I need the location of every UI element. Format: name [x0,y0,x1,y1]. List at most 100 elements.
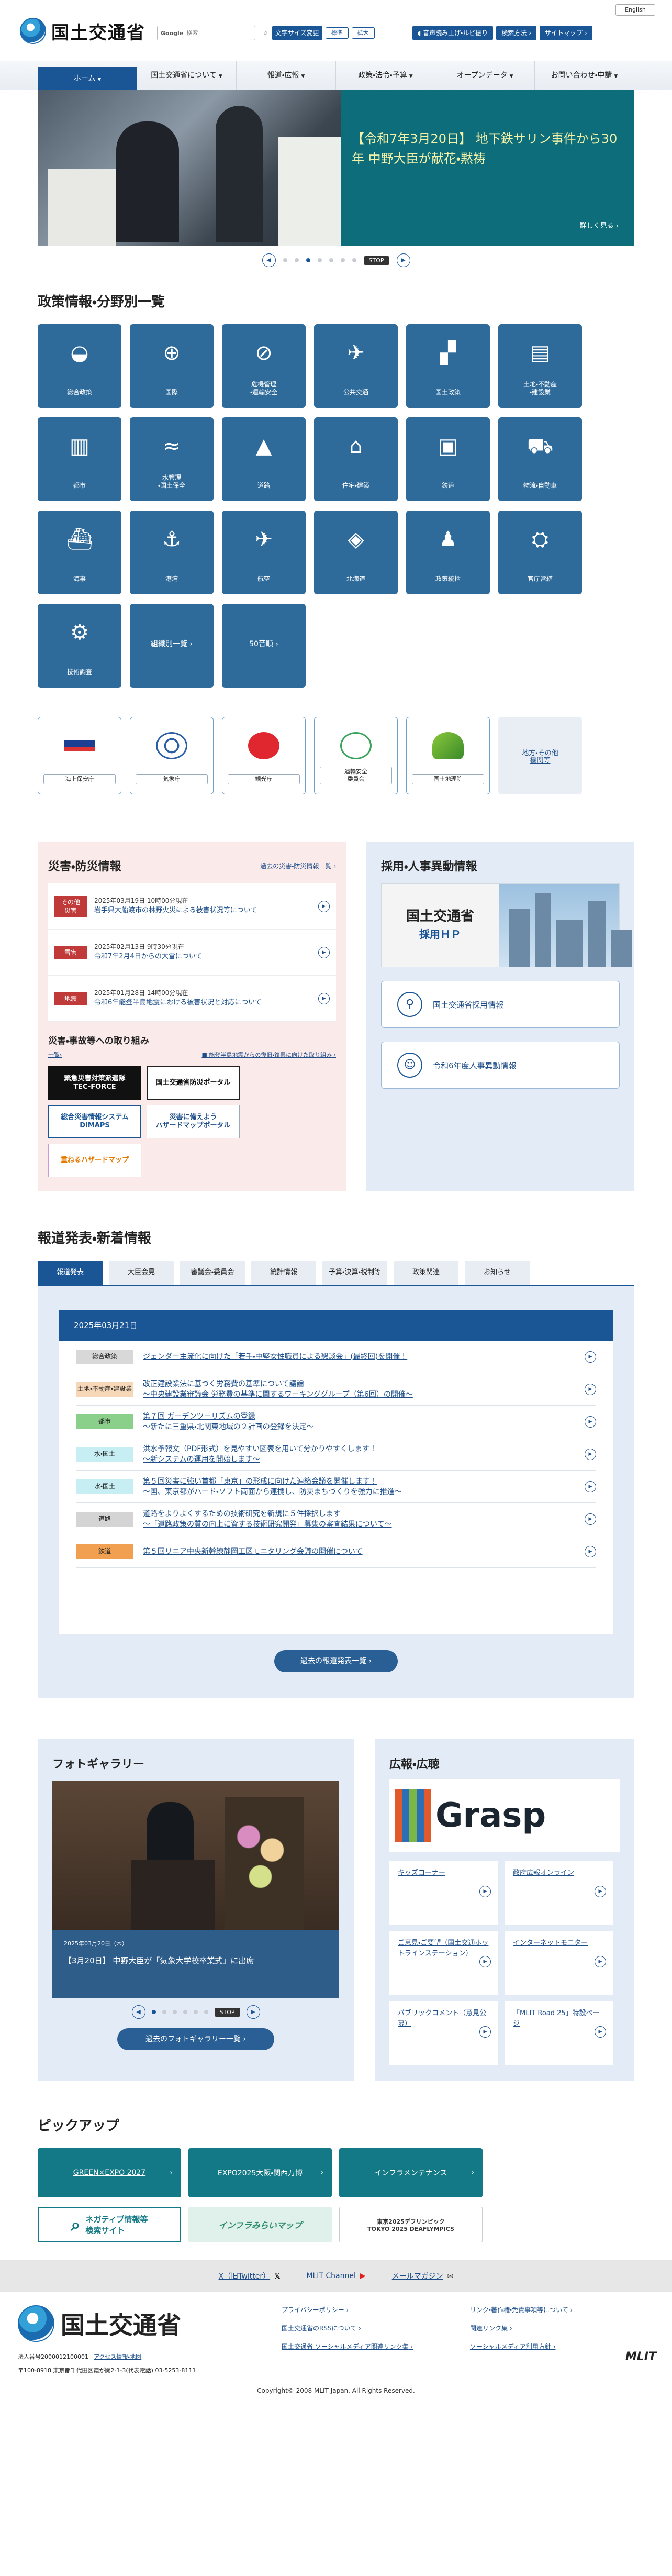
slider-dot[interactable] [283,258,287,262]
deaflympics-banner[interactable]: 東京2025デフリンピック TOKYO 2025 DEAFLYMPICS [339,2207,483,2242]
press-archive-button[interactable]: 過去の報道発表一覧 › [274,1650,398,1672]
slider-dot[interactable] [329,258,333,262]
policy-tile[interactable]: ⛟ 物流・自動車 [498,417,582,501]
press-link[interactable]: 洪水予報文（PDF形式）を見やすい図表を用いて分かりやすくします！ ～新システム… [143,1444,575,1465]
mail-magazine-link[interactable]: メールマガジン ✉ [392,2271,454,2281]
gallery-dot[interactable] [172,2010,177,2014]
press-link[interactable]: 道路をよりよくするための技術研究を新規に５件採択します ～「道路政策の質の向上に… [143,1509,575,1530]
policy-text-tile[interactable]: 50音順 › [222,604,306,688]
recruit-info-button[interactable]: ⚲ 国土交通省採用情報 [381,981,620,1028]
site-logo[interactable]: 国土交通省 [20,18,145,44]
related-links-link[interactable]: 関連リンク集 › [470,2324,596,2332]
nav-about[interactable]: 国土交通省について ▼ [137,61,237,90]
infra-mirai-map-banner[interactable]: インフラみらいマップ [188,2207,332,2242]
policy-tile[interactable]: ◈ 北海道 [314,511,398,594]
press-link[interactable]: 第７回 ガーデンツーリズムの登録 ～新たに三重県・北関東地域の２計画の登録を決定… [143,1411,575,1432]
slider-next-button[interactable]: ▶ [396,253,410,267]
disaster-item[interactable]: 地震 2025年01月28日 14時00分現在 令和6年能登半島地震における被害状況… [48,976,336,1022]
policy-tile[interactable]: ⌂ 住宅・建築 [314,417,398,501]
social-media-policy-link[interactable]: ソーシャルメディア利用方針 › [470,2342,596,2351]
slider-dot-active[interactable] [306,258,310,262]
press-tab[interactable]: 政策関連 [394,1261,458,1285]
policy-tile[interactable]: ♟ 政策統括 [406,511,490,594]
font-standard-button[interactable]: 標準 [325,27,349,39]
disaster-item[interactable]: 雪害 2025年02月13日 9時30分現在 令和7年2月4日からの大雪について ▶ [48,930,336,976]
hero-caption[interactable]: 【令和7年3月20日】 地下鉄サリン事件から30年 中野大臣が献花・黙祷 [352,129,619,169]
press-item[interactable]: 鉄道 第５回リニア中央新幹線静岡工区モニタリング会議の開催について ▶ [76,1535,596,1568]
agency-tile[interactable]: 国土地理院 [406,717,490,794]
press-tab[interactable]: 統計情報 [251,1261,316,1285]
hero-slider[interactable]: 【令和7年3月20日】 地下鉄サリン事件から30年 中野大臣が献花・黙祷 詳しく… [38,90,634,246]
policy-tile[interactable]: ⊘ 危機管理 ・運輸安全 [222,324,306,408]
gallery-dot-active[interactable] [151,2010,156,2014]
pr-link[interactable]: ご意見・ご要望（国土交通ホットラインステーション） ▶ [389,1931,498,1995]
pickup-expo2025[interactable]: EXPO2025大阪・関西万博 › [188,2148,332,2197]
disaster-link[interactable]: 令和6年能登半島地震における被害状況と対応について [94,997,311,1009]
pr-link[interactable]: 「MLIT Road 25」特設ページ ▶ [505,2001,613,2065]
agency-tile[interactable]: 海上保安庁 [38,717,121,794]
sitemap-button[interactable]: サイトマップ › [539,26,592,40]
gallery-dot[interactable] [183,2010,187,2014]
slider-dot[interactable] [340,258,345,262]
policy-tile[interactable]: ▣ 鉄道 [406,417,490,501]
policy-tile[interactable]: ▥ 都市 [38,417,121,501]
press-list[interactable]: 総合政策 ジェンダー主流化に向けた「若手・中堅女性職員による懇談会」(最終回)を開… [59,1341,613,1634]
disaster-archive-link[interactable]: 過去の災害・防災情報一覧 › [260,861,336,870]
pr-link[interactable]: インターネットモニター ▶ [505,1931,613,1995]
press-item[interactable]: 道路 道路をよりよくするための技術研究を新規に５件採択します ～「道路政策の質の向… [76,1503,596,1535]
press-tab[interactable]: 予算・決算・税制等 [322,1261,387,1285]
gallery-photo[interactable] [52,1781,339,1930]
policy-tile[interactable]: ⊕ 国際 [130,324,214,408]
press-link[interactable]: 改正建設業法に基づく労務費の基準について議論 ～中央建設業審議会 労務費の基準に… [143,1379,575,1400]
policy-tile[interactable]: ◒ 総合政策 [38,324,121,408]
gallery-dot[interactable] [204,2010,208,2014]
agency-tile[interactable]: 気象庁 [130,717,214,794]
policy-tile[interactable]: ▞ 国土政策 [406,324,490,408]
slider-prev-button[interactable]: ◀ [262,253,276,267]
agency-tile[interactable]: 運輸安全 委員会 [314,717,398,794]
gallery-stop-button[interactable]: STOP [214,2007,240,2017]
press-item[interactable]: 水・国土 第５回災害に強い首都「東京」の形成に向けた連絡会議を開催します！ ～国、… [76,1471,596,1503]
kasaneru-hazard-map-banner[interactable]: 重ねるハザードマップ [48,1144,141,1177]
pr-link[interactable]: 政府広報オンライン ▶ [505,1861,613,1925]
rss-link[interactable]: 国土交通省のRSSについて › [282,2324,470,2332]
slider-stop-button[interactable]: STOP [363,256,389,265]
press-tab[interactable]: お知らせ [465,1261,530,1285]
gallery-caption[interactable]: 【3月20日】 中野大臣が「気象大学校卒業式」に出席 [64,1955,328,1966]
gallery-prev-button[interactable]: ◀ [131,2005,145,2019]
policy-tile[interactable]: ▲ 道路 [222,417,306,501]
press-tab[interactable]: 審議会・委員会 [180,1261,245,1285]
hazard-map-portal-banner[interactable]: 災害に備えよう ハザードマップポータル [147,1105,240,1138]
personnel-change-button[interactable]: ☺ 令和6年度人事異動情報 [381,1042,620,1089]
search-icon[interactable]: ⌕ [264,29,268,37]
youtube-link[interactable]: MLIT Channel ▶ [306,2272,365,2280]
disaster-link[interactable]: 岩手県大船渡市の林野火災による被害状況等について [94,905,311,916]
gallery-dot[interactable] [162,2010,166,2014]
press-item[interactable]: 都市 第７回 ガーデンツーリズムの登録 ～新たに三重県・北関東地域の２計画の登録を… [76,1406,596,1438]
noto-recovery-link[interactable]: ■ 能登半島地震からの復旧・復興に向けた取り組み › [201,1051,336,1059]
search-guide-button[interactable]: 検索方法 › [496,26,536,40]
disaster-item[interactable]: その他 災害 2025年03月19日 10時00分現在 岩手県大船渡市の林野火災によ… [48,883,336,930]
gallery-next-button[interactable]: ▶ [246,2005,260,2019]
recruit-banner[interactable]: 国土交通省 採用ＨＰ [381,883,632,967]
press-link[interactable]: 第５回災害に強い首都「東京」の形成に向けた連絡会議を開催します！ ～国、東京都が… [143,1476,575,1497]
dimaps-banner[interactable]: 総合災害情報システム DIMAPS [48,1105,141,1138]
press-link[interactable]: ジェンダー主流化に向けた「若手・中堅女性職員による懇談会」(最終回)を開催！ [143,1352,575,1362]
policy-tile[interactable]: ⚓ 港湾 [130,511,214,594]
policy-tile[interactable]: ✈ 航空 [222,511,306,594]
pickup-infra-maintenance[interactable]: インフラメンテナンス › [339,2148,483,2197]
policy-tile[interactable]: ⚙ 技術調査 [38,604,121,688]
gallery-caption-box[interactable]: 2025年03月20日（木） 【3月20日】 中野大臣が「気象大学校卒業式」に出… [52,1930,339,1998]
press-item[interactable]: 土地・不動産・建設業 改正建設業法に基づく労務費の基準について議論 ～中央建設業審… [76,1373,596,1406]
nav-press[interactable]: 報道・広報 ▼ [237,61,336,90]
pr-link[interactable]: キッズコーナー ▶ [389,1861,498,1925]
slider-dot[interactable] [294,258,299,262]
nav-opendata[interactable]: オープンデータ ▼ [435,61,535,90]
agency-tile[interactable]: 観光庁 [222,717,306,794]
policy-tile[interactable]: ⛴ 海事 [38,511,121,594]
footer-logo[interactable]: 国土交通省 [18,2305,181,2342]
policy-tile[interactable]: ▤ 土地・不動産 ・建設業 [498,324,582,408]
policy-tile[interactable]: ✈ 公共交通 [314,324,398,408]
access-map-link[interactable]: アクセス情報・地図 [94,2353,141,2360]
copyright-disclaimer-link[interactable]: リンク・著作権・免責事項等について › [470,2305,596,2314]
